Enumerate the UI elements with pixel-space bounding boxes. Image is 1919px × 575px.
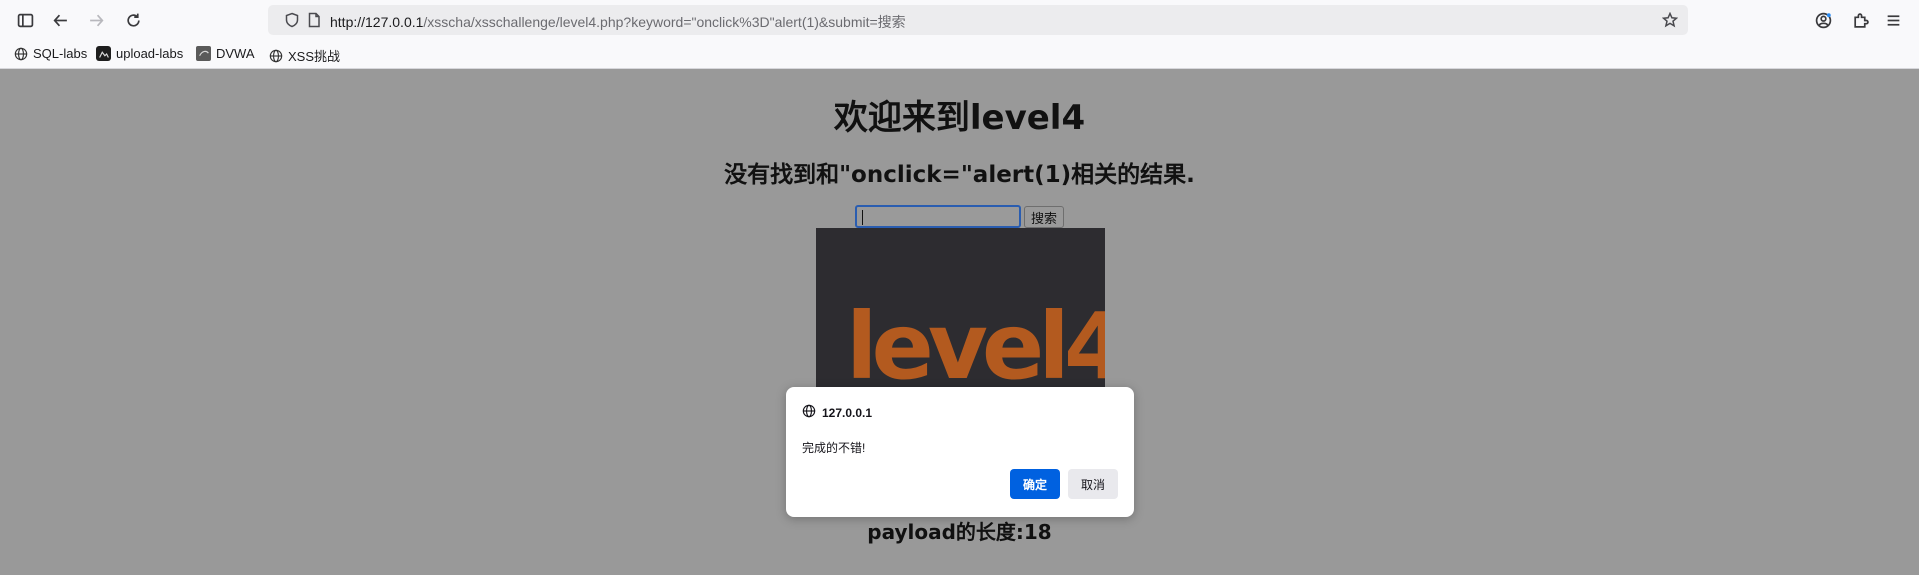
bookmarks-toolbar: SQL-labs upload-labs DVWA XSS挑战: [0, 40, 1919, 69]
alert-dialog: 127.0.0.1 完成的不错! 确定 取消: [786, 387, 1134, 517]
url-text[interactable]: http://127.0.0.1/xsscha/xsschallenge/lev…: [330, 12, 906, 32]
folder-icon: [96, 46, 111, 61]
browser-toolbar: http://127.0.0.1/xsscha/xsschallenge/lev…: [0, 0, 1919, 40]
ok-button[interactable]: 确定: [1010, 469, 1060, 499]
bookmark-label: XSS挑战: [288, 49, 341, 64]
dialog-message: 完成的不错!: [802, 441, 866, 455]
sidebar-toggle-icon[interactable]: [13, 8, 37, 32]
globe-icon: [802, 404, 816, 421]
bookmark-star-icon[interactable]: [1661, 11, 1679, 28]
bookmark-label: upload-labs: [116, 46, 184, 61]
bookmark-xss[interactable]: XSS挑战: [268, 46, 340, 65]
search-button[interactable]: 搜索: [1024, 206, 1064, 228]
shield-icon[interactable]: [284, 12, 300, 28]
reload-icon[interactable]: [121, 8, 145, 32]
search-input[interactable]: [855, 205, 1021, 228]
bookmark-label: SQL-labs: [33, 46, 88, 61]
bookmark-label: DVWA: [216, 46, 255, 61]
payload-length: payload的长度:18: [867, 520, 1052, 544]
bookmark-dvwa[interactable]: DVWA: [196, 46, 255, 61]
level-logo-graphic: level4: [846, 293, 1105, 393]
menu-icon[interactable]: [1881, 8, 1905, 32]
page-title: 欢迎来到level4: [833, 98, 1086, 138]
text-caret: [862, 210, 863, 225]
back-arrow-icon[interactable]: [48, 8, 72, 32]
level-image: level4: [816, 228, 1105, 393]
address-bar[interactable]: http://127.0.0.1/xsscha/xsschallenge/lev…: [268, 5, 1688, 35]
url-host: http://127.0.0.1: [330, 14, 424, 30]
page-info-icon[interactable]: [306, 12, 322, 28]
level-logo-text: level4: [846, 293, 1105, 393]
dvwa-icon: [196, 46, 211, 61]
forward-arrow-icon[interactable]: [84, 8, 108, 32]
search-result-text: 没有找到和"onclick="alert(1)相关的结果.: [724, 162, 1195, 188]
bookmark-sql-labs[interactable]: SQL-labs: [13, 46, 87, 61]
extensions-icon[interactable]: [1848, 8, 1872, 32]
dialog-origin: 127.0.0.1: [802, 404, 872, 421]
bookmark-upload-labs[interactable]: upload-labs: [96, 46, 183, 61]
account-icon[interactable]: [1811, 8, 1835, 32]
dialog-origin-text: 127.0.0.1: [822, 405, 873, 420]
globe-icon: [13, 46, 28, 61]
globe-icon: [268, 48, 283, 63]
cancel-button[interactable]: 取消: [1068, 469, 1118, 499]
url-path: /xsscha/xsschallenge/level4.php?keyword=…: [423, 14, 906, 30]
